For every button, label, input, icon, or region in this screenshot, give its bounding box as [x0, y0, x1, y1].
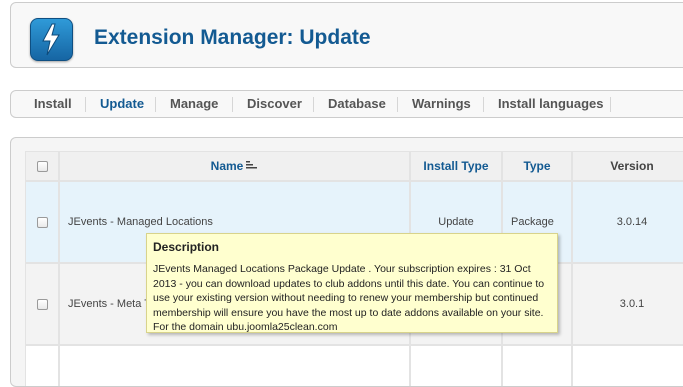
tab-separator	[610, 97, 611, 112]
tooltip-text: JEvents Managed Locations Package Update…	[153, 263, 545, 333]
tooltip-title: Description	[153, 240, 220, 254]
tab-database[interactable]: Database	[328, 97, 386, 111]
tab-separator	[483, 97, 484, 112]
submenu-tabs: Install Update Manage Discover Database …	[10, 90, 683, 118]
column-header-name-label[interactable]: Name	[211, 159, 244, 173]
sort-icon[interactable]	[246, 159, 258, 173]
select-all-checkbox[interactable]	[36, 160, 48, 172]
row-checkbox[interactable]	[36, 216, 48, 228]
tab-discover[interactable]: Discover	[247, 97, 302, 111]
tab-separator	[397, 97, 398, 112]
column-header-type[interactable]: Type	[502, 151, 572, 181]
table-row-version: 3.0.14	[572, 181, 683, 263]
tab-install[interactable]: Install	[34, 97, 72, 111]
lightning-bolt-icon	[30, 18, 73, 61]
table-row-version	[572, 345, 683, 386]
tab-install-languages[interactable]: Install languages	[498, 97, 603, 111]
page-header: Extension Manager: Update	[10, 2, 683, 68]
tab-separator	[232, 97, 233, 112]
table-row-type	[502, 345, 572, 386]
page-title: Extension Manager: Update	[94, 26, 371, 49]
table-row-install-type	[410, 345, 502, 386]
tab-separator	[155, 97, 156, 112]
row-select-cell	[25, 345, 59, 386]
table-row-version: 3.0.1	[572, 263, 683, 345]
tab-manage[interactable]: Manage	[170, 97, 218, 111]
row-select-cell	[25, 263, 59, 345]
tab-separator	[85, 97, 86, 112]
tab-update[interactable]: Update	[100, 97, 144, 111]
column-header-version: Version	[572, 151, 683, 181]
tab-warnings[interactable]: Warnings	[412, 97, 471, 111]
description-tooltip: Description JEvents Managed Locations Pa…	[146, 233, 558, 333]
column-header-install-type[interactable]: Install Type	[410, 151, 502, 181]
table-row-name	[59, 345, 410, 386]
select-all-cell	[25, 151, 59, 181]
column-header-name[interactable]: Name	[59, 151, 410, 181]
tab-separator	[313, 97, 314, 112]
row-checkbox[interactable]	[36, 298, 48, 310]
row-select-cell	[25, 181, 59, 263]
